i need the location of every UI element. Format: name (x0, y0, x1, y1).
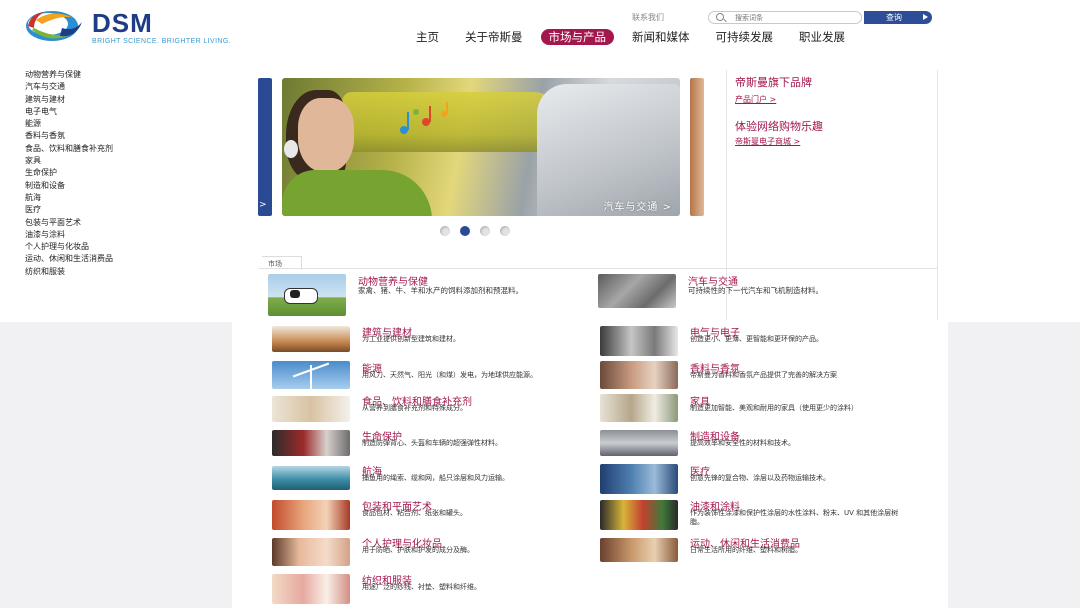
nav-item-sustainability[interactable]: 可持续发展 (708, 29, 782, 45)
background-band-left (0, 322, 232, 608)
search-input[interactable] (708, 11, 862, 24)
right-panel: 帝斯曼旗下品牌 产品门户 > 体验网络购物乐趣 帝斯曼电子商城 > (726, 70, 938, 320)
carousel-caption-link[interactable]: 汽车与交通 > (603, 198, 672, 213)
carousel-prev-slide[interactable] (258, 78, 272, 216)
market-desc: 用途广泛的纱线、衬垫、塑料和纤维。 (362, 583, 481, 591)
side-menu-item[interactable]: 医疗 (25, 204, 113, 216)
factory-photo-icon[interactable] (600, 430, 678, 456)
food-photo-icon[interactable] (272, 396, 350, 422)
cow-photo-icon[interactable] (268, 274, 346, 316)
side-menu-item[interactable]: 电子电气 (25, 106, 113, 118)
side-menu-item[interactable]: 生命保护 (25, 167, 113, 179)
dsm-logo-icon (26, 11, 82, 41)
nav-item-markets-products[interactable]: 市场与产品 (540, 29, 614, 45)
contact-us-link[interactable]: 联系我们 (632, 12, 664, 23)
background-band-right (948, 322, 1080, 608)
side-menu-item[interactable]: 建筑与建材 (25, 94, 113, 106)
fragrance-photo-icon[interactable] (600, 361, 678, 389)
side-menu-item[interactable]: 家具 (25, 155, 113, 167)
paint-photo-icon[interactable] (600, 500, 678, 530)
carousel-next-slide[interactable] (690, 78, 704, 216)
nav-item-about[interactable]: 关于帝斯曼 (457, 29, 531, 45)
market-desc: 制造防弹背心、头盔和车辆的超强弹性材料。 (362, 439, 502, 447)
wind-turbine-photo-icon[interactable] (272, 361, 350, 389)
market-desc: 可持续性的下一代汽车和飞机制造材料。 (688, 286, 823, 295)
eshop-link[interactable]: 帝斯曼电子商城 > (735, 136, 800, 147)
medical-photo-icon[interactable] (600, 464, 678, 494)
side-menu-item[interactable]: 动物营养与保健 (25, 69, 113, 81)
side-menu-item[interactable]: 油漆与涂料 (25, 229, 113, 241)
brand-name: DSM (92, 8, 153, 38)
market-desc: 制造更加智能、美观和耐用的家具（使用更少的涂料） (690, 404, 858, 412)
cosmetics-photo-icon[interactable] (272, 538, 350, 566)
carousel-dot[interactable] (440, 226, 450, 236)
side-menu-item[interactable]: 包装与平面艺术 (25, 217, 113, 229)
brand-tagline: BRIGHT SCIENCE. BRIGHTER LIVING. (92, 38, 232, 45)
shop-heading: 体验网络购物乐趣 (735, 120, 823, 133)
market-desc: 创造更小、更薄、更智能和更环保的产品。 (690, 335, 823, 343)
car-interior-photo-icon[interactable] (598, 274, 676, 308)
main-nav: 主页 关于帝斯曼 市场与产品 新闻和媒体 可持续发展 职业发展 (408, 28, 853, 46)
market-desc: 食品包材、粘合剂、纸张和罐头。 (362, 509, 467, 517)
electronics-photo-icon[interactable] (600, 326, 678, 356)
market-desc: 用于防晒、护肤和护发的成分及酶。 (362, 546, 474, 554)
search-button[interactable]: 查询 (864, 11, 932, 24)
furniture-photo-icon[interactable] (600, 394, 678, 422)
product-portal-link[interactable]: 产品门户 > (735, 94, 776, 105)
side-menu: 动物营养与保健 汽车与交通 建筑与建材 电子电气 能源 香料与香氛 食品、饮料和… (25, 69, 113, 278)
side-menu-item[interactable]: 香料与香氛 (25, 130, 113, 142)
side-menu-item[interactable]: 汽车与交通 (25, 81, 113, 93)
textile-photo-icon[interactable] (272, 574, 350, 604)
carousel-dot[interactable] (500, 226, 510, 236)
market-desc: 日常生活所用的纤维、塑料和树脂。 (690, 546, 802, 554)
slide-girl-body-image (282, 170, 432, 216)
nav-item-careers[interactable]: 职业发展 (791, 29, 853, 45)
market-desc: 帝斯曼为香料和香氛产品提供了完善的解决方案 (690, 371, 837, 379)
packaging-photo-icon[interactable] (272, 500, 350, 530)
side-menu-item[interactable]: 纺织和服装 (25, 266, 113, 278)
side-menu-item[interactable]: 制造和设备 (25, 180, 113, 192)
brands-heading: 帝斯曼旗下品牌 (735, 76, 812, 89)
buildings-photo-icon[interactable] (272, 326, 350, 352)
carousel-dot[interactable] (480, 226, 490, 236)
side-menu-item[interactable]: 食品、饮料和膳食补充剂 (25, 143, 113, 155)
nav-item-news-media[interactable]: 新闻和媒体 (624, 29, 698, 45)
protection-photo-icon[interactable] (272, 430, 350, 456)
market-desc: 创意先锋的复合物、涂层以及药物运输技术。 (690, 474, 830, 482)
side-menu-item[interactable]: 能源 (25, 118, 113, 130)
market-desc: 用风力、天然气、阳光（和煤）发电，为地球供应能源。 (362, 371, 537, 379)
search-icon (716, 13, 724, 21)
headphone-icon (284, 140, 298, 158)
sea-photo-icon[interactable] (272, 466, 350, 490)
markets-divider (258, 268, 938, 269)
carousel-slide[interactable]: 汽车与交通 > (282, 78, 680, 216)
market-desc: 作为装饰性涂漆和保护性涂层的水性涂料、粉末、UV 和其他涂层树脂。 (690, 509, 899, 526)
music-notes-icon (400, 102, 448, 134)
market-desc: 提高效率和安全性的材料和技术。 (690, 439, 795, 447)
side-menu-item[interactable]: 航海 (25, 192, 113, 204)
carousel-dot-active[interactable] (460, 226, 470, 236)
sports-photo-icon[interactable] (600, 538, 678, 562)
market-desc: 为工业提供创新型建筑和建材。 (362, 335, 460, 343)
slide-girl-face-image (298, 98, 354, 172)
market-desc: 家禽、猪、牛、羊和水产的饲料添加剂和预混料。 (358, 286, 523, 295)
carousel-prev-arrow-icon[interactable]: > (259, 200, 267, 210)
slide-seat-image (537, 84, 680, 216)
side-menu-item[interactable]: 运动、休闲和生活消费品 (25, 253, 113, 265)
market-desc: 捕鱼用的绳索、缆和网，船只涂层和风力运输。 (362, 474, 509, 482)
dsm-logo[interactable]: DSM BRIGHT SCIENCE. BRIGHTER LIVING. (22, 6, 262, 48)
carousel-dots (440, 226, 510, 236)
side-menu-item[interactable]: 个人护理与化妆品 (25, 241, 113, 253)
nav-item-home[interactable]: 主页 (408, 29, 447, 45)
market-desc: 从营养到膳食补充剂和特殊成分。 (362, 404, 467, 412)
